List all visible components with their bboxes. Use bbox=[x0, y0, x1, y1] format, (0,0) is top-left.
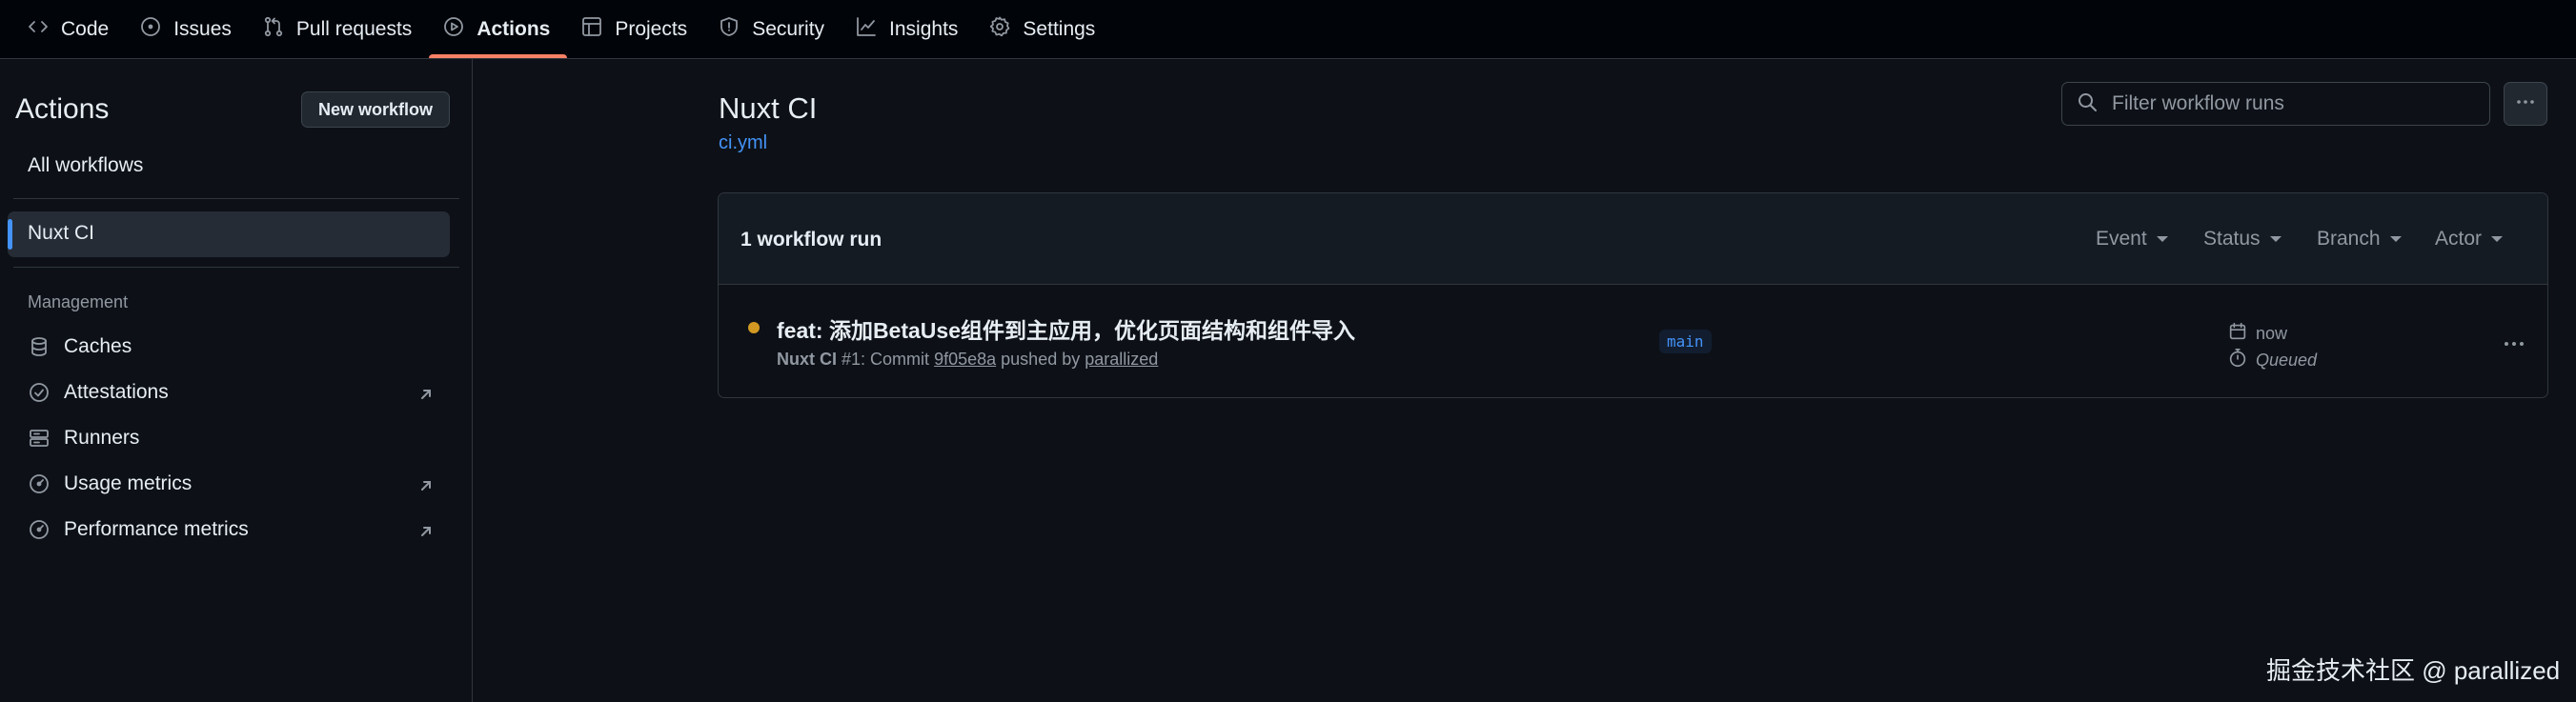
run-timestamp: now bbox=[2227, 321, 2287, 347]
tab-projects[interactable]: Projects bbox=[567, 0, 704, 58]
tab-pull-requests[interactable]: Pull requests bbox=[249, 0, 429, 58]
verified-icon bbox=[28, 381, 51, 404]
meter-icon bbox=[28, 518, 51, 541]
tab-code-label: Code bbox=[61, 17, 110, 40]
triangle-down-icon bbox=[2269, 236, 2282, 242]
run-duration: Queued bbox=[2227, 348, 2317, 373]
queued-status-icon bbox=[748, 322, 760, 333]
sidebar-item-label: Performance metrics bbox=[64, 518, 249, 540]
tab-issues-label: Issues bbox=[173, 17, 232, 40]
sidebar-item-label: Usage metrics bbox=[64, 472, 193, 494]
sidebar-item-label: Runners bbox=[64, 427, 140, 449]
sidebar-item-usage-metrics[interactable]: Usage metrics bbox=[28, 472, 192, 495]
tab-projects-label: Projects bbox=[615, 17, 688, 40]
meter-icon bbox=[28, 472, 51, 495]
tab-security[interactable]: Security bbox=[704, 0, 842, 58]
sidebar-item-caches[interactable]: Caches bbox=[28, 335, 132, 358]
external-link-icon bbox=[417, 477, 435, 494]
actor-link[interactable]: parallized bbox=[1085, 350, 1158, 369]
commit-sha-link[interactable]: 9f05e8a bbox=[934, 350, 996, 369]
dropdown-label: Status bbox=[2203, 228, 2261, 250]
tab-pull-requests-label: Pull requests bbox=[295, 17, 413, 40]
runs-count: 1 workflow run bbox=[740, 229, 882, 251]
search-icon bbox=[2076, 90, 2099, 118]
tab-actions-label: Actions bbox=[477, 17, 551, 40]
workflow-runs-list: 1 workflow run Event Status Branch Actor… bbox=[718, 192, 2548, 398]
run-number: #1 bbox=[842, 350, 862, 369]
triangle-down-icon bbox=[2156, 236, 2168, 242]
tab-security-label: Security bbox=[752, 17, 825, 40]
filter-input[interactable] bbox=[2110, 91, 2476, 116]
workflow-file-link[interactable]: ci.yml bbox=[719, 132, 767, 154]
gear-icon bbox=[988, 15, 1011, 44]
code-icon bbox=[27, 15, 50, 44]
new-workflow-button[interactable]: New workflow bbox=[301, 91, 450, 128]
database-icon bbox=[28, 335, 51, 358]
server-icon bbox=[28, 427, 51, 450]
run-meta: Nuxt CI #1: Commit 9f05e8a pushed by par… bbox=[777, 350, 1158, 370]
selected-indicator bbox=[8, 219, 12, 250]
management-heading: Management bbox=[28, 292, 129, 311]
event-filter-dropdown[interactable]: Event bbox=[2096, 228, 2168, 251]
sidebar-item-performance-metrics[interactable]: Performance metrics bbox=[28, 518, 249, 541]
branch-badge[interactable]: main bbox=[1659, 330, 1712, 353]
run-status: Queued bbox=[2256, 351, 2318, 370]
sidebar-item-runners[interactable]: Runners bbox=[28, 427, 139, 450]
kebab-horizontal-icon bbox=[2501, 342, 2527, 359]
sidebar-item-label: Attestations bbox=[64, 381, 169, 403]
stopwatch-icon bbox=[2227, 348, 2248, 373]
tab-insights-label: Insights bbox=[889, 17, 959, 40]
sidebar-item-label: Nuxt CI bbox=[28, 222, 95, 244]
tab-settings[interactable]: Settings bbox=[975, 0, 1112, 58]
sidebar-item-attestations[interactable]: Attestations bbox=[28, 381, 169, 404]
kebab-horizontal-icon bbox=[2514, 90, 2537, 118]
filter-workflow-runs[interactable] bbox=[2061, 82, 2490, 126]
tab-issues[interactable]: Issues bbox=[126, 0, 249, 58]
issue-opened-icon bbox=[139, 15, 162, 44]
status-filter-dropdown[interactable]: Status bbox=[2203, 228, 2282, 251]
dropdown-label: Event bbox=[2096, 228, 2147, 250]
triangle-down-icon bbox=[2389, 236, 2402, 242]
workflow-menu-button[interactable] bbox=[2504, 82, 2547, 126]
tab-code[interactable]: Code bbox=[13, 0, 126, 58]
sidebar-item-nuxt-ci[interactable]: Nuxt CI bbox=[28, 222, 94, 245]
sidebar-item-label: Caches bbox=[64, 335, 132, 357]
sidebar-divider bbox=[13, 267, 459, 268]
tab-settings-label: Settings bbox=[1023, 17, 1096, 40]
run-commit-prefix: : Commit bbox=[861, 350, 930, 369]
run-workflow-name: Nuxt CI bbox=[777, 350, 837, 369]
branch-filter-dropdown[interactable]: Branch bbox=[2317, 228, 2402, 251]
shield-icon bbox=[718, 15, 740, 44]
run-title-link[interactable]: feat: 添加BetaUse组件到主应用，优化页面结构和组件导入 bbox=[777, 312, 1355, 345]
sidebar-title: Actions bbox=[15, 93, 110, 125]
watermark: 掘金技术社区 @ parallized bbox=[2266, 656, 2561, 685]
workflow-title: Nuxt CI bbox=[719, 91, 818, 125]
play-icon bbox=[442, 15, 465, 44]
sidebar-item-label: All workflows bbox=[28, 154, 144, 176]
actions-sidebar: Actions New workflow All workflows Nuxt … bbox=[0, 59, 473, 702]
run-menu-button[interactable] bbox=[2501, 332, 2527, 360]
actor-filter-dropdown[interactable]: Actor bbox=[2435, 228, 2504, 251]
graph-icon bbox=[855, 15, 878, 44]
repo-nav: Code Issues Pull requests Actions Projec… bbox=[0, 0, 2576, 59]
sidebar-divider bbox=[13, 198, 459, 199]
pushed-by-text: pushed by bbox=[1001, 350, 1081, 369]
external-link-icon bbox=[417, 523, 435, 540]
calendar-icon bbox=[2227, 321, 2248, 347]
triangle-down-icon bbox=[2491, 236, 2504, 242]
git-pull-request-icon bbox=[262, 15, 285, 44]
external-link-icon bbox=[417, 386, 435, 403]
tab-actions[interactable]: Actions bbox=[429, 0, 568, 58]
table-icon bbox=[580, 15, 603, 44]
sidebar-item-all-workflows[interactable]: All workflows bbox=[28, 154, 143, 177]
tab-insights[interactable]: Insights bbox=[842, 0, 975, 58]
runs-list-header: 1 workflow run Event Status Branch Actor bbox=[719, 193, 2547, 285]
run-when: now bbox=[2256, 324, 2288, 343]
dropdown-label: Branch bbox=[2317, 228, 2381, 250]
dropdown-label: Actor bbox=[2435, 228, 2483, 250]
